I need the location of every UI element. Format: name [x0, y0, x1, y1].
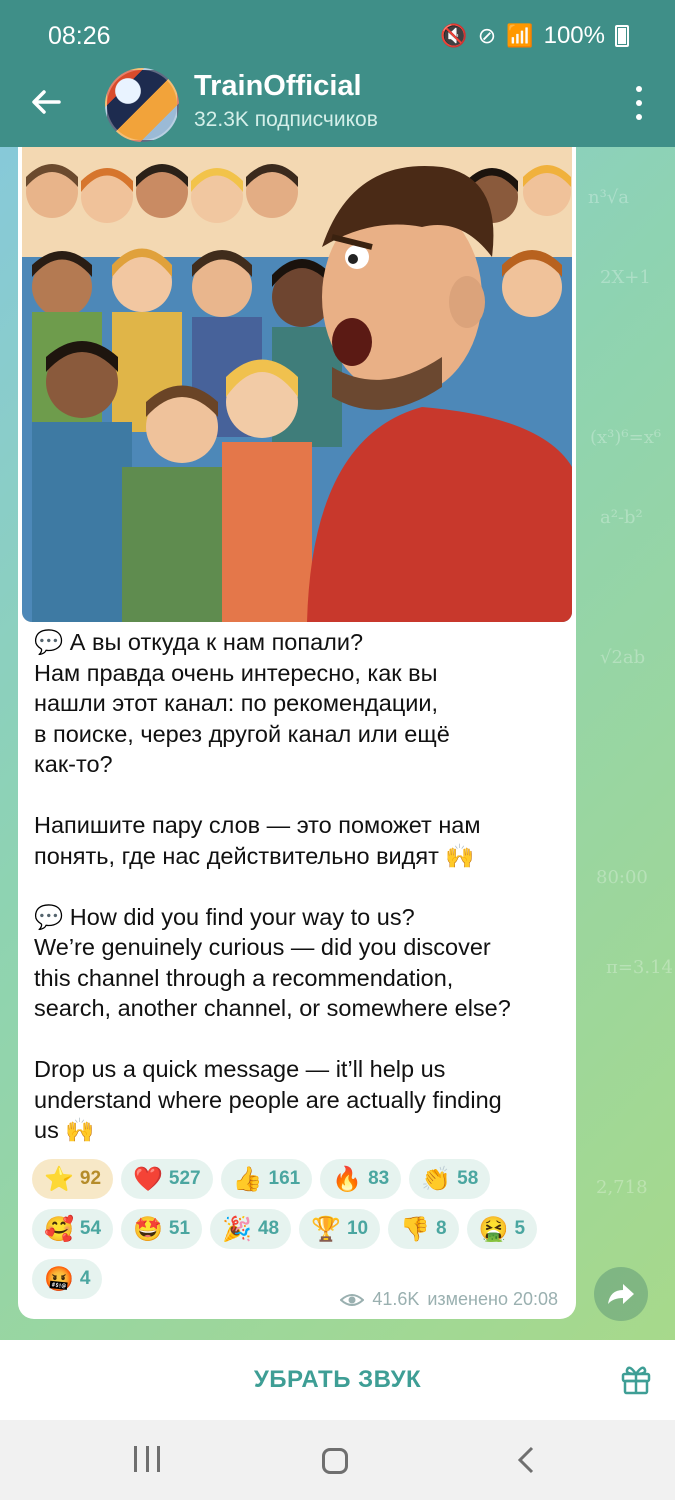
message-meta: 41.6K изменено 20:08: [340, 1289, 558, 1310]
doodle: (x³)⁶=x⁶: [590, 427, 662, 448]
reaction-count: 92: [79, 1168, 102, 1189]
post-image[interactable]: [22, 147, 572, 622]
reaction-party[interactable]: 🎉 48: [210, 1209, 292, 1249]
home-button[interactable]: [322, 1448, 348, 1474]
channel-avatar[interactable]: [105, 68, 179, 142]
clap-icon: 👏: [421, 1165, 452, 1193]
view-count: 41.6K: [372, 1289, 420, 1309]
reaction-count: 527: [168, 1168, 201, 1189]
heart-icon: ❤️: [133, 1165, 163, 1193]
share-button[interactable]: [594, 1267, 648, 1321]
reaction-cursing[interactable]: 🤬 4: [32, 1259, 103, 1299]
reaction-heart[interactable]: ❤️ 527: [121, 1159, 213, 1199]
reaction-star-struck[interactable]: 🤩 51: [121, 1209, 203, 1249]
message-bubble: 💬 А вы откуда к нам попали? Нам правда о…: [18, 147, 576, 1319]
reaction-fire[interactable]: 🔥 83: [320, 1159, 402, 1199]
fire-icon: 🔥: [332, 1165, 363, 1193]
star-icon: ⭐: [44, 1165, 74, 1193]
reaction-vomit[interactable]: 🤮 5: [466, 1209, 538, 1249]
channel-title[interactable]: TrainOfficial: [194, 70, 362, 103]
reaction-trophy[interactable]: 🏆 10: [299, 1209, 381, 1249]
reaction-count: 51: [168, 1218, 191, 1239]
reaction-count: 83: [368, 1168, 390, 1189]
reaction-smiling-hearts[interactable]: 🥰 54: [32, 1209, 114, 1249]
doodle: √2ab: [600, 647, 646, 668]
message-text: 💬 А вы откуда к нам попали? Нам правда о…: [34, 629, 511, 1143]
status-time: 08:26: [48, 22, 111, 50]
more-menu-button[interactable]: [629, 86, 649, 120]
gift-icon[interactable]: [619, 1362, 653, 1396]
share-arrow-icon: [608, 1284, 634, 1304]
system-navigation-bar: [0, 1420, 675, 1500]
thumbs-down-icon: 👎: [400, 1215, 431, 1243]
reaction-count: 54: [79, 1218, 102, 1239]
reaction-count: 8: [436, 1218, 447, 1239]
doodle: 2X+1: [600, 267, 651, 288]
cursing-face-icon: 🤬: [44, 1265, 74, 1293]
doodle: a²-b²: [600, 507, 643, 528]
thumbs-up-icon: 👍: [232, 1165, 263, 1193]
status-icons: 🔇 ⊘ 📶 100%: [440, 22, 629, 50]
do-not-disturb-icon: ⊘: [477, 23, 497, 48]
bottom-action-bar: УБРАТЬ ЗВУК: [0, 1340, 675, 1420]
reaction-count: 58: [457, 1168, 479, 1189]
arrow-left-icon: [32, 90, 61, 114]
party-popper-icon: 🎉: [222, 1215, 252, 1243]
doodle: 80:00: [596, 867, 648, 888]
eye-icon: [340, 1293, 365, 1306]
recent-apps-button[interactable]: [134, 1446, 160, 1472]
vomiting-face-icon: 🤮: [478, 1215, 509, 1243]
doodle: π=3.14: [606, 957, 673, 978]
reaction-count: 4: [79, 1268, 91, 1289]
star-struck-icon: 🤩: [133, 1215, 163, 1243]
reaction-count: 5: [514, 1218, 526, 1239]
battery-icon: [615, 25, 629, 47]
reaction-count: 10: [346, 1218, 369, 1239]
top-app-bar: 08:26 🔇 ⊘ 📶 100% TrainOfficial 32.3K под…: [0, 0, 675, 147]
system-back-button[interactable]: [516, 1446, 536, 1474]
reaction-clap[interactable]: 👏 58: [409, 1159, 491, 1199]
unmute-button[interactable]: УБРАТЬ ЗВУК: [0, 1366, 675, 1394]
mute-icon: 🔇: [440, 23, 468, 48]
signal-icon: 📶: [506, 23, 534, 48]
edited-timestamp: изменено 20:08: [427, 1289, 558, 1309]
reaction-count: 48: [257, 1218, 280, 1239]
back-button[interactable]: [24, 80, 68, 124]
smiling-hearts-icon: 🥰: [44, 1215, 74, 1243]
reaction-thumbs-up[interactable]: 👍 161: [220, 1159, 313, 1199]
reaction-star[interactable]: ⭐ 92: [32, 1159, 114, 1199]
doodle: n³√a: [588, 187, 630, 208]
doodle: 2,718: [596, 1177, 648, 1198]
reactions-bar: ⭐ 92 ❤️ 527 👍 161 🔥 83 👏 58 🥰 54 🤩 51 🎉 48 🏆 10 👎…: [32, 1159, 572, 1299]
chat-area: n³√a 2X+1 (x³)⁶=x⁶ a²-b² √2ab 80:00 π=3.…: [0, 147, 675, 1340]
subscriber-count: 32.3K подписчиков: [194, 108, 378, 131]
crowd-illustration: [22, 147, 572, 622]
reaction-count: 161: [268, 1168, 301, 1189]
battery-percent: 100%: [543, 22, 605, 49]
trophy-icon: 🏆: [311, 1215, 341, 1243]
reaction-thumbs-down[interactable]: 👎 8: [388, 1209, 459, 1249]
